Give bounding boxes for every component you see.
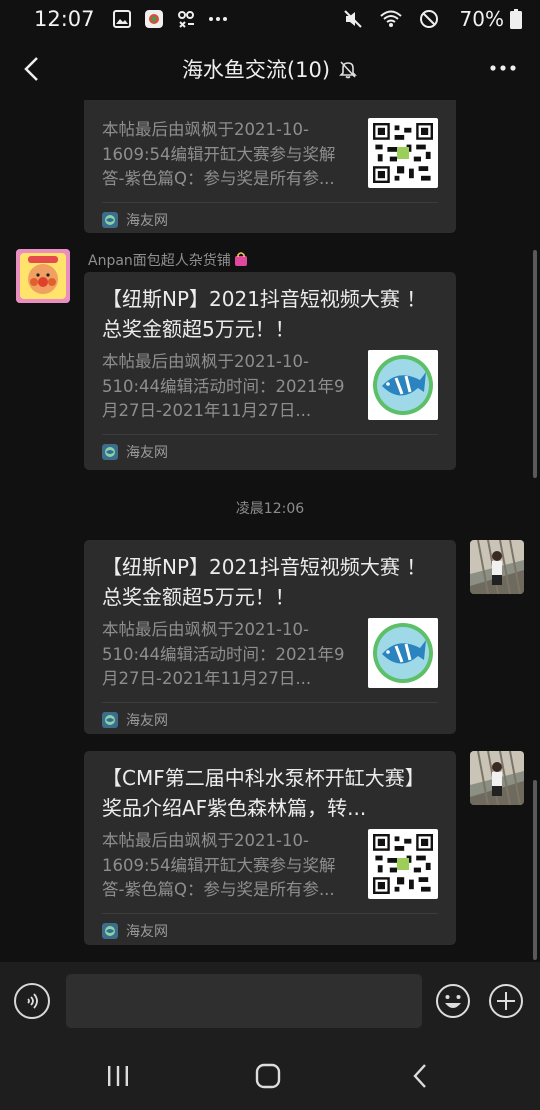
- chat-header: 海水鱼交流(10): [0, 38, 540, 100]
- battery-icon: [510, 8, 522, 30]
- back-icon[interactable]: [404, 1060, 436, 1092]
- home-icon[interactable]: [252, 1060, 284, 1092]
- source-name: 海友网: [126, 212, 168, 229]
- recent-apps-icon[interactable]: [102, 1060, 134, 1092]
- link-card[interactable]: 【CMF第二届中科水泵杯开缸大赛】奖品介绍AF紫色森林篇，转... 本帖最后由飒…: [84, 751, 456, 945]
- fish-logo-icon: [368, 350, 438, 420]
- source-logo-icon: [102, 711, 118, 728]
- tool-icon: [175, 8, 197, 30]
- shopping-bag-icon: [233, 251, 249, 267]
- card-description: 本帖最后由飒枫于2021-10-1609:54编辑开缸大赛参与奖解答-紫色篇Q：…: [102, 831, 336, 899]
- voice-icon[interactable]: [14, 983, 50, 1019]
- card-title: 【纽斯NP】2021抖音短视频大赛 ！总奖金额超5万元！！: [102, 287, 427, 341]
- more-dots-icon: [207, 8, 229, 30]
- qr-code-thumbnail: [368, 829, 438, 899]
- fish-logo-thumbnail: [368, 618, 438, 688]
- mute-icon: [342, 8, 364, 30]
- gallery-icon: [111, 8, 133, 30]
- card-description: 本帖最后由飒枫于2021-10-1609:54编辑开缸大赛参与奖解答-紫色篇Q：…: [102, 120, 336, 188]
- source-logo-icon: [102, 211, 118, 228]
- qr-code-thumbnail: [368, 118, 438, 188]
- self-avatar[interactable]: [470, 751, 524, 805]
- input-bar: [0, 962, 540, 1040]
- source-name: 海友网: [126, 712, 168, 729]
- message-input[interactable]: [66, 974, 422, 1028]
- message-timestamp: 凌晨12:06: [235, 501, 305, 517]
- source-logo-icon: [102, 443, 118, 460]
- battery-percent: 70%: [459, 7, 504, 31]
- wifi-icon: [379, 8, 402, 30]
- sender-label: Anpan面包超人杂货铺: [88, 253, 231, 269]
- card-source: 海友网: [102, 703, 438, 737]
- status-bar: 12:07 70%: [0, 0, 540, 38]
- card-title: [102, 100, 438, 112]
- source-logo-icon: [102, 922, 118, 939]
- chat-area[interactable]: 本帖最后由飒枫于2021-10-1609:54编辑开缸大赛参与奖解答-紫色篇Q：…: [0, 100, 540, 962]
- more-options-icon[interactable]: [488, 58, 518, 78]
- qr-code-icon: [373, 834, 433, 894]
- avatar[interactable]: [16, 249, 70, 303]
- link-card[interactable]: 【纽斯NP】2021抖音短视频大赛 ！总奖金额超5万元！！ 本帖最后由飒枫于20…: [84, 540, 456, 734]
- card-description: 本帖最后由飒枫于2021-10-510:44编辑活动时间：2021年9月27日-…: [102, 620, 345, 688]
- card-source: 海友网: [102, 435, 438, 469]
- link-card[interactable]: 【纽斯NP】2021抖音短视频大赛 ！总奖金额超5万元！！ 本帖最后由飒枫于20…: [84, 272, 456, 470]
- fish-logo-icon: [368, 618, 438, 688]
- no-disturb-icon: [418, 8, 440, 30]
- scrollbar[interactable]: [533, 250, 537, 478]
- chat-title: 海水鱼交流(10): [181, 58, 331, 82]
- card-source: 海友网: [102, 914, 438, 948]
- fish-logo-thumbnail: [368, 350, 438, 420]
- sender-name: Anpan面包超人杂货铺: [88, 250, 249, 270]
- self-avatar[interactable]: [470, 540, 524, 594]
- back-arrow-icon[interactable]: [14, 52, 48, 86]
- scrollbar-lower: [533, 780, 537, 960]
- emoji-icon[interactable]: [435, 983, 471, 1019]
- link-card[interactable]: 本帖最后由飒枫于2021-10-1609:54编辑开缸大赛参与奖解答-紫色篇Q：…: [84, 100, 456, 233]
- system-nav-bar: [0, 1040, 540, 1110]
- source-name: 海友网: [126, 923, 168, 940]
- qr-code-icon: [373, 123, 433, 183]
- app-icon: [143, 8, 165, 30]
- muted-bell-icon: [338, 59, 358, 79]
- card-source: 海友网: [102, 203, 438, 237]
- plus-icon[interactable]: [488, 983, 524, 1019]
- status-time: 12:07: [34, 7, 95, 31]
- card-title: 【CMF第二届中科水泵杯开缸大赛】奖品介绍AF紫色森林篇，转...: [102, 766, 425, 820]
- card-description: 本帖最后由飒枫于2021-10-510:44编辑活动时间：2021年9月27日-…: [102, 352, 345, 420]
- card-title: 【纽斯NP】2021抖音短视频大赛 ！总奖金额超5万元！！: [102, 555, 427, 609]
- source-name: 海友网: [126, 444, 168, 461]
